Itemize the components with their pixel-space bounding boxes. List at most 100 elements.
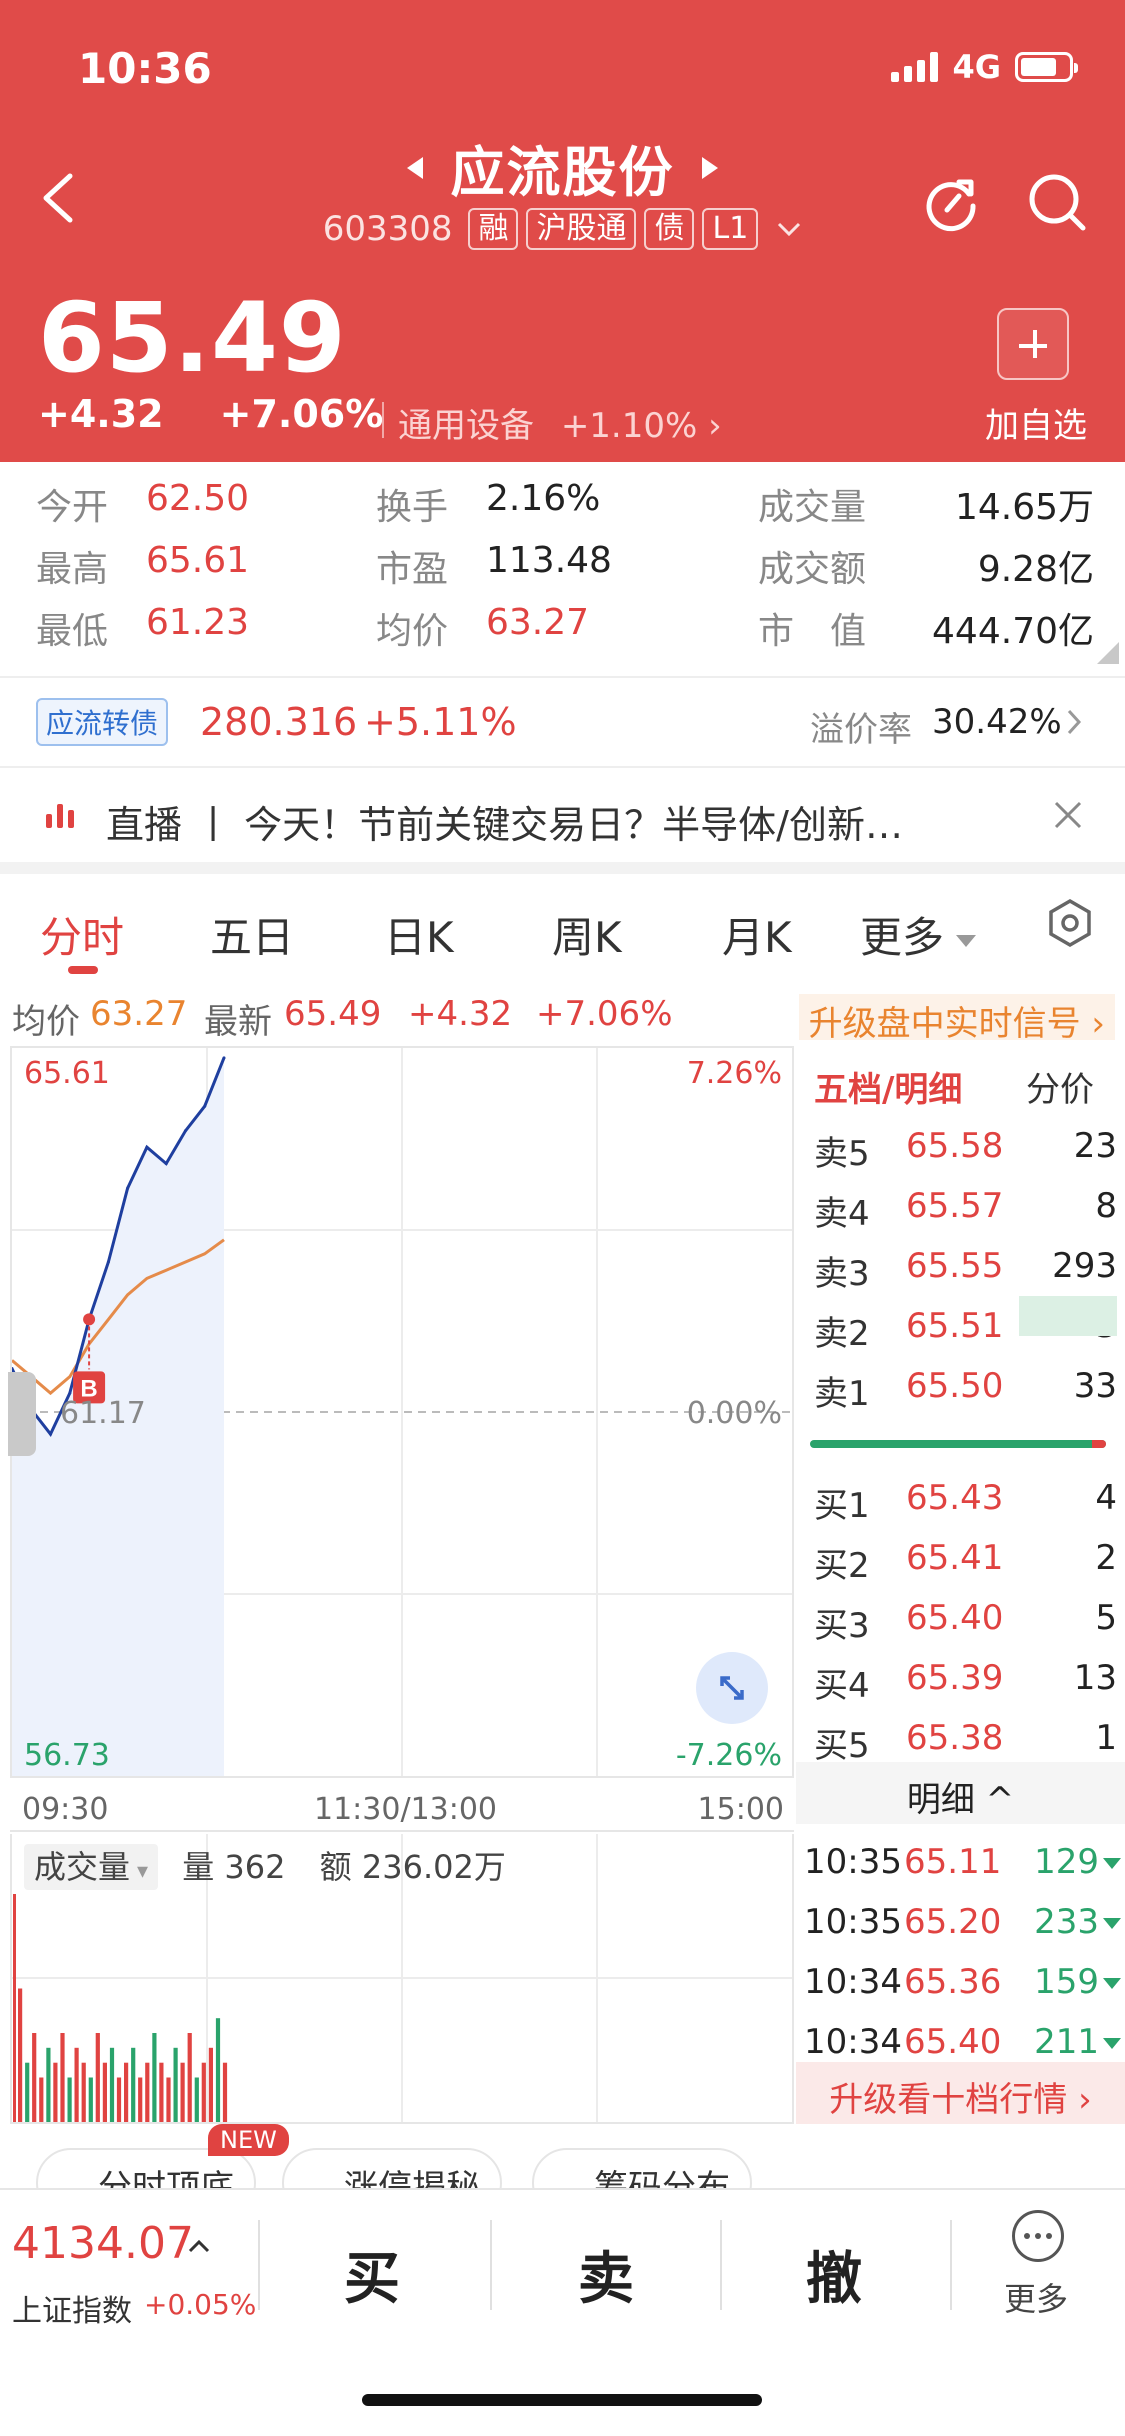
live-news-banner[interactable]: 直播 丨 今天！节前关键交易日？半导体/创新…	[0, 770, 1125, 862]
sell-arrow-icon	[1103, 1918, 1121, 1929]
last-value: 65.49	[284, 994, 382, 1034]
chart-drag-handle[interactable]	[8, 1372, 36, 1456]
add-watchlist-label[interactable]: 加自选	[985, 398, 1087, 447]
ask-level-row[interactable]: 卖4 65.57 8	[796, 1176, 1125, 1234]
trade-price: 65.40	[904, 2022, 1002, 2062]
bond-tag: 应流转债	[36, 698, 169, 746]
price-point	[68, 1391, 72, 1395]
intraday-info: 均价 63.27 最新 65.49 +4.32 +7.06% 升级盘中实时信号 …	[0, 984, 1125, 1044]
signal-icon	[891, 52, 939, 82]
level-qty: 8	[1095, 1186, 1117, 1226]
bid-level-row[interactable]: 买1 65.43 4	[796, 1468, 1125, 1526]
more-icon[interactable]	[1012, 2210, 1064, 2262]
level-price: 65.40	[906, 1598, 1004, 1638]
stat-amount: 成交额 9.28亿	[758, 549, 1094, 590]
info-change-pct: +7.06%	[536, 994, 673, 1034]
industry-name: 通用设备	[398, 406, 534, 446]
chevron-down-icon[interactable]	[776, 220, 802, 238]
cancel-order-button[interactable]: 撤	[806, 2234, 862, 2315]
chevron-right-icon	[1067, 709, 1082, 735]
convertible-bond-row[interactable]: 应流转债 280.316 +5.11% 溢价率 30.42%	[0, 676, 1125, 768]
refresh-icon[interactable]	[919, 170, 983, 234]
volume-bar	[39, 2077, 44, 2122]
level-label: 卖5	[814, 1134, 870, 1174]
divider	[720, 2220, 722, 2310]
expand-corner-icon[interactable]	[1097, 642, 1119, 664]
volume-bar	[74, 2047, 79, 2122]
volume-bar	[215, 2018, 221, 2122]
level-qty: 23	[1073, 1126, 1117, 1166]
price-point	[203, 1104, 207, 1108]
ask-level-row[interactable]: 卖1 65.50 33	[796, 1356, 1125, 1414]
volume-bar	[187, 2033, 192, 2122]
bid-level-row[interactable]: 买3 65.40 5	[796, 1588, 1125, 1646]
volume-bar	[88, 2077, 93, 2122]
pill-chip-distribution[interactable]: 筹码分布	[532, 2148, 752, 2190]
price-change-pct: +7.06%	[219, 392, 384, 436]
tab-daily-k[interactable]: 日K	[384, 904, 454, 965]
level-price: 65.58	[906, 1126, 1004, 1166]
pct-min-label: -7.26%	[675, 1738, 782, 1773]
tab-price-distribution[interactable]: 分价	[1026, 1062, 1094, 1111]
ask-level-row[interactable]: 卖3 65.55 293	[796, 1236, 1125, 1294]
price-point	[164, 1162, 168, 1166]
settings-hexagon-icon[interactable]	[1047, 898, 1093, 948]
level-qty: 293	[1052, 1246, 1117, 1286]
upgrade-signal-button[interactable]: 升级盘中实时信号 ›	[798, 994, 1115, 1044]
detail-toggle[interactable]: 明细 ^	[796, 1762, 1125, 1824]
volume-bar	[53, 2062, 58, 2122]
level-label: 卖4	[814, 1194, 870, 1234]
search-icon[interactable]	[1025, 170, 1089, 234]
bid-level-row[interactable]: 买4 65.39 13	[796, 1648, 1125, 1706]
tab-more[interactable]: 更多	[860, 904, 977, 965]
expand-icon	[720, 1676, 744, 1700]
sell-arrow-icon	[1103, 1978, 1121, 1989]
chevron-right-icon: ›	[708, 406, 722, 446]
close-icon[interactable]	[1053, 800, 1083, 830]
sell-button[interactable]: 卖	[578, 2234, 634, 2315]
volume-selector[interactable]: 成交量 ▾	[24, 1844, 159, 1890]
volume-bar	[138, 2077, 143, 2122]
amt-value: 236.02万	[361, 1848, 506, 1886]
bid-level-row[interactable]: 买5 65.38 1	[796, 1708, 1125, 1766]
avg-label: 均价	[12, 1002, 80, 1042]
industry-change: +1.10%	[560, 406, 698, 446]
tag-margin: 融	[468, 208, 519, 250]
volume-bar	[166, 2077, 171, 2122]
add-watchlist-button[interactable]	[997, 308, 1069, 380]
tab-five-day[interactable]: 五日	[210, 904, 294, 965]
qty-value: 362	[224, 1848, 286, 1886]
premium-label: 溢价率	[810, 710, 912, 750]
feature-pills: 分时顶底 涨停揭秘 筹码分布	[0, 2130, 1125, 2190]
next-stock-icon[interactable]	[700, 155, 720, 181]
volume-bar	[32, 2033, 37, 2122]
buy-button[interactable]: 买	[344, 2234, 400, 2315]
trade-qty: 129	[1034, 1842, 1121, 1882]
intraday-chart[interactable]: B 65.61 61.17 56.73 7.26% 0.00% -7.26%	[10, 1046, 794, 1778]
bid-level-row[interactable]: 买2 65.41 2	[796, 1528, 1125, 1586]
stock-name: 应流股份	[450, 141, 675, 204]
tag-bond: 债	[644, 208, 695, 250]
tab-level5-detail[interactable]: 五档/明细	[814, 1062, 962, 1111]
tab-monthly-k[interactable]: 月K	[722, 904, 792, 965]
more-label[interactable]: 更多	[1004, 2274, 1068, 2320]
stat-mcap: 市 值 444.70亿	[758, 611, 1094, 652]
sell-arrow-icon	[1103, 2038, 1121, 2049]
level-price: 65.50	[906, 1366, 1004, 1406]
price-point	[183, 1129, 187, 1133]
time-close: 15:00	[697, 1792, 784, 1827]
pill-limit-up[interactable]: 涨停揭秘	[282, 2148, 502, 2190]
tab-weekly-k[interactable]: 周K	[552, 904, 622, 965]
industry-link[interactable]: 通用设备 +1.10% ›	[382, 398, 722, 447]
volume-bar	[173, 2047, 178, 2122]
sell-arrow-icon	[1103, 1858, 1121, 1869]
fullscreen-button[interactable]	[696, 1652, 768, 1724]
ask-level-row[interactable]: 卖5 65.58 23	[796, 1116, 1125, 1174]
tab-intraday[interactable]: 分时	[40, 904, 124, 965]
time-axis: 09:30 11:30/13:00 15:00	[10, 1780, 794, 1832]
y-max-label: 65.61	[24, 1056, 110, 1091]
prev-stock-icon[interactable]	[405, 155, 425, 181]
trade-row: 10:35 65.20 233	[796, 1892, 1125, 1952]
volume-chart[interactable]: 成交量 ▾ 量 362 额 236.02万	[10, 1834, 794, 2124]
upgrade-level10-button[interactable]: 升级看十档行情 ›	[796, 2062, 1125, 2124]
